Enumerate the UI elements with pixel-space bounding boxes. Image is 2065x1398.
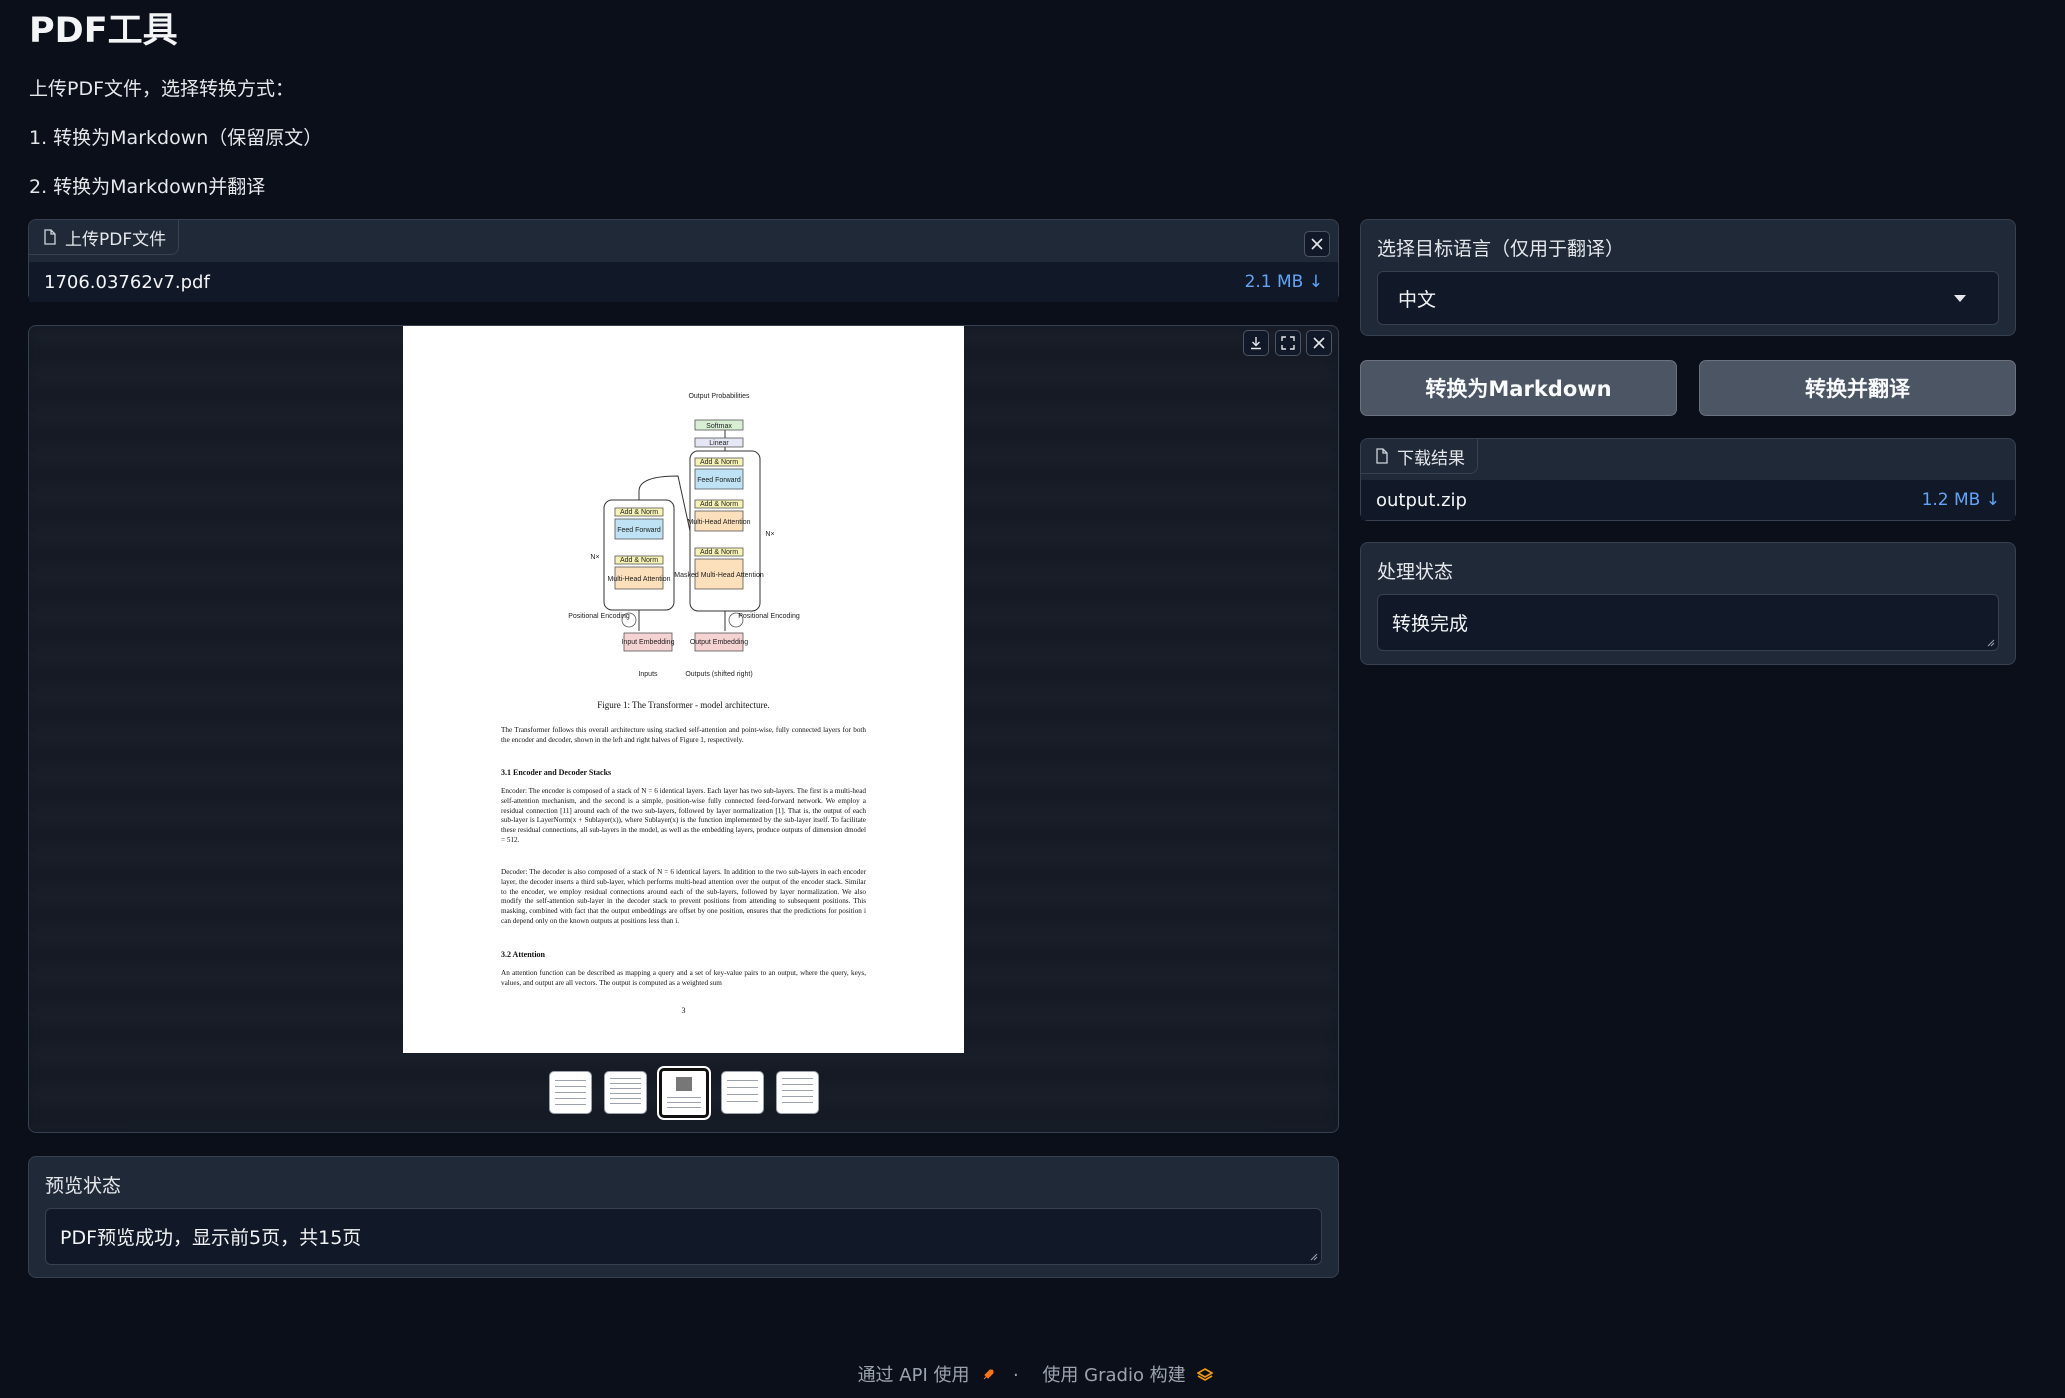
option-2-text: 2. 转换为Markdown并翻译	[29, 176, 266, 198]
diagram-output-probs: Output Probabilities	[688, 393, 750, 400]
page-paragraph-attention: An attention function can be described a…	[501, 969, 866, 987]
download-file-row[interactable]: output.zip 1.2 MB ↓	[1361, 480, 2015, 520]
target-language-label: 选择目标语言（仅用于翻译）	[1377, 238, 1625, 260]
download-label: 下载结果	[1397, 448, 1465, 469]
page-heading-3-2: 3.2 Attention	[501, 950, 545, 959]
close-preview-button[interactable]	[1306, 330, 1332, 356]
footer: 通过 API 使用 · 使用 Gradio 构建	[0, 1361, 2065, 1387]
diagram-linear: Linear	[709, 440, 729, 447]
close-icon	[1313, 337, 1325, 349]
fullscreen-button[interactable]	[1275, 330, 1301, 356]
diagram-multi-head-enc: Multi-Head Attention	[607, 576, 670, 583]
resize-handle-icon[interactable]	[1308, 1251, 1318, 1261]
dropdown-caret-icon	[1954, 295, 1966, 302]
pdf-page-preview: Output Probabilities Softmax Linear Add …	[403, 326, 964, 1053]
preview-status-label: 预览状态	[45, 1175, 122, 1197]
diagram-input-emb: Input Embedding	[622, 639, 675, 646]
download-results-panel: 下载结果 output.zip 1.2 MB ↓	[1360, 438, 2016, 521]
transformer-diagram: Output Probabilities Softmax Linear Add …	[568, 393, 800, 678]
intro-text: 上传PDF文件，选择转换方式：	[29, 78, 295, 100]
page-paragraph-decoder: Decoder: The decoder is also composed of…	[501, 868, 866, 925]
page-paragraph-encoder: Encoder: The encoder is composed of a st…	[501, 787, 866, 844]
gradio-link[interactable]: 使用 Gradio 构建	[1036, 1365, 1215, 1386]
download-file-name: output.zip	[1376, 489, 1467, 511]
pdf-preview-gallery: Output Probabilities Softmax Linear Add …	[28, 325, 1339, 1133]
diagram-pos-enc-right: Positional Encoding	[738, 613, 800, 620]
fullscreen-icon	[1281, 336, 1295, 350]
target-language-selected: 中文	[1398, 288, 1437, 311]
preview-status-panel: 预览状态 PDF预览成功，显示前5页，共15页	[28, 1156, 1339, 1278]
thumbnail-page-1[interactable]	[548, 1071, 592, 1114]
convert-translate-button[interactable]: 转换并翻译	[1699, 360, 2016, 416]
upload-label-tag: 上传PDF文件	[29, 220, 180, 255]
resize-handle-icon[interactable]	[1985, 637, 1995, 647]
thumbnail-page-2[interactable]	[603, 1071, 647, 1114]
upload-pdf-panel: 上传PDF文件 1706.03762v7.pdf 2.1 MB ↓	[28, 219, 1339, 302]
target-language-panel: 选择目标语言（仅用于翻译） 中文	[1360, 219, 2016, 336]
diagram-inputs: Inputs	[638, 671, 658, 678]
gradio-link-text: 使用 Gradio 构建	[1042, 1365, 1186, 1386]
process-status-label: 处理状态	[1377, 561, 1454, 583]
diagram-enc-add-norm-2: Add & Norm	[620, 509, 658, 516]
uploaded-file-name: 1706.03762v7.pdf	[44, 271, 210, 293]
footer-separator: ·	[1012, 1365, 1019, 1386]
convert-markdown-button[interactable]: 转换为Markdown	[1360, 360, 1677, 416]
diagram-masked-multi-head: Masked Multi-Head Attention	[674, 572, 764, 579]
diagram-output-emb: Output Embedding	[690, 639, 748, 646]
rocket-icon	[983, 1369, 994, 1380]
diagram-feed-forward-dec: Feed Forward	[697, 477, 741, 484]
file-icon	[44, 229, 56, 245]
page-number: 3	[681, 1006, 686, 1015]
close-icon	[1311, 238, 1323, 250]
download-image-button[interactable]	[1243, 330, 1269, 356]
thumbnail-strip	[29, 1066, 1338, 1120]
diagram-feed-forward-enc: Feed Forward	[617, 527, 661, 534]
api-link[interactable]: 通过 API 使用	[852, 1365, 1001, 1386]
diagram-pos-enc-left: Positional Encoding	[568, 613, 630, 620]
uploaded-file-row[interactable]: 1706.03762v7.pdf 2.1 MB ↓	[29, 262, 1338, 302]
download-label-tag: 下载结果	[1361, 439, 1478, 474]
diagram-nx-enc: N×	[590, 554, 599, 561]
download-icon	[1251, 337, 1261, 350]
diagram-outputs: Outputs (shifted right)	[685, 671, 752, 678]
thumbnail-page-4[interactable]	[720, 1071, 764, 1114]
uploaded-file-size[interactable]: 2.1 MB ↓	[1245, 272, 1323, 292]
page-title: PDF工具	[29, 11, 178, 51]
diagram-enc-add-norm-1: Add & Norm	[620, 557, 658, 564]
process-status-textbox[interactable]: 转换完成	[1377, 594, 1999, 651]
diagram-nx-dec: N×	[765, 531, 774, 538]
figure-caption: Figure 1: The Transformer - model archit…	[597, 700, 770, 710]
file-icon	[1376, 448, 1388, 464]
diagram-softmax: Softmax	[706, 423, 732, 430]
process-status-panel: 处理状态 转换完成	[1360, 542, 2016, 665]
gradio-logo-icon	[1196, 1368, 1215, 1381]
diagram-add-norm-2: Add & Norm	[700, 501, 738, 508]
thumbnail-page-5[interactable]	[775, 1071, 819, 1114]
preview-status-value: PDF预览成功，显示前5页，共15页	[60, 1227, 362, 1249]
api-link-text: 通过 API 使用	[857, 1365, 970, 1386]
page-heading-3-1: 3.1 Encoder and Decoder Stacks	[501, 768, 612, 777]
diagram-multi-head-dec: Multi-Head Attention	[687, 519, 750, 526]
diagram-add-norm-1: Add & Norm	[700, 549, 738, 556]
option-1-text: 1. 转换为Markdown（保留原文）	[29, 127, 323, 149]
thumbnail-page-3[interactable]	[656, 1066, 711, 1120]
upload-label: 上传PDF文件	[65, 229, 167, 250]
diagram-add-norm-3: Add & Norm	[700, 459, 738, 466]
target-language-dropdown[interactable]: 中文	[1377, 271, 1999, 325]
download-file-size[interactable]: 1.2 MB ↓	[1922, 490, 2000, 510]
clear-upload-button[interactable]	[1304, 231, 1330, 257]
process-status-value: 转换完成	[1392, 613, 1469, 635]
page-paragraph-1: The Transformer follows this overall arc…	[501, 726, 866, 744]
preview-status-textbox[interactable]: PDF预览成功，显示前5页，共15页	[45, 1208, 1322, 1265]
